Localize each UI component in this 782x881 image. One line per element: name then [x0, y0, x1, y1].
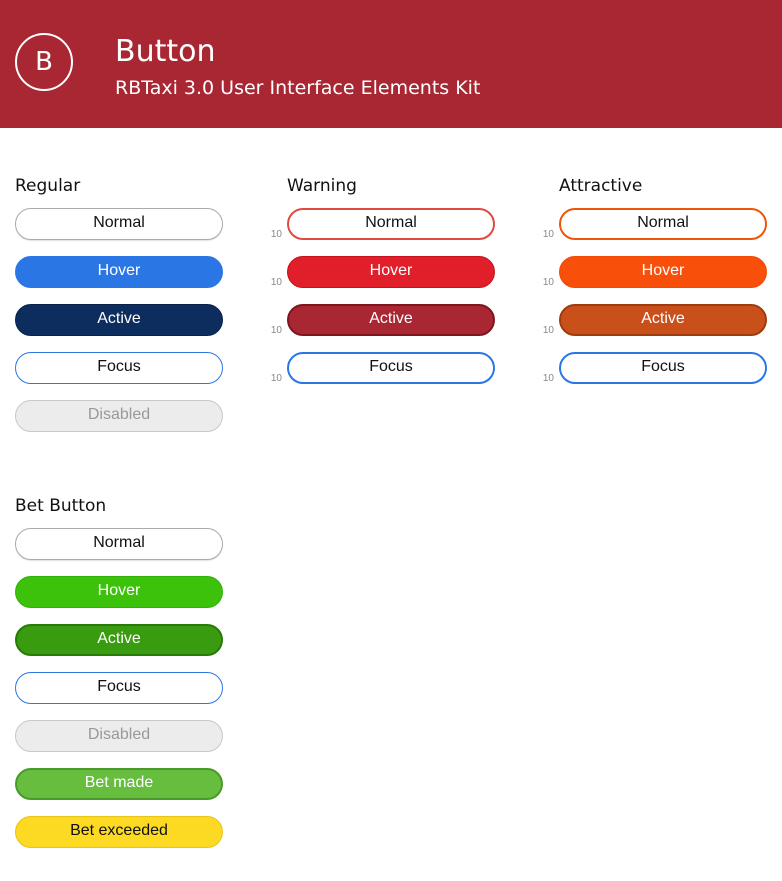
- bet-active-button[interactable]: Active: [15, 624, 223, 656]
- section-title: Warning: [287, 176, 357, 196]
- warning-hover-button[interactable]: Hover: [287, 256, 495, 288]
- warning-active-button[interactable]: Active: [287, 304, 495, 336]
- attractive-hover-button[interactable]: Hover: [559, 256, 767, 288]
- attractive-focus-button[interactable]: Focus: [559, 352, 767, 384]
- warning-focus-button[interactable]: Focus: [287, 352, 495, 384]
- spacing-label: 10: [270, 277, 282, 288]
- section-title: Regular: [15, 176, 81, 196]
- page-title: Button: [115, 34, 216, 69]
- bet-made-button[interactable]: Bet made: [15, 768, 223, 800]
- regular-active-button[interactable]: Active: [15, 304, 223, 336]
- spacing-label: 10: [270, 373, 282, 384]
- logo-badge: B: [15, 33, 73, 91]
- attractive-active-button[interactable]: Active: [559, 304, 767, 336]
- bet-disabled-button: Disabled: [15, 720, 223, 752]
- section-title: Bet Button: [15, 496, 107, 516]
- regular-disabled-button: Disabled: [15, 400, 223, 432]
- page-header: B Button RBTaxi 3.0 User Interface Eleme…: [0, 0, 782, 128]
- bet-focus-button[interactable]: Focus: [15, 672, 223, 704]
- spacing-label: 10: [542, 325, 554, 336]
- regular-normal-button[interactable]: Normal: [15, 208, 223, 240]
- warning-normal-button[interactable]: Normal: [287, 208, 495, 240]
- section-title: Attractive: [559, 176, 643, 196]
- regular-hover-button[interactable]: Hover: [15, 256, 223, 288]
- spacing-label: 10: [270, 325, 282, 336]
- bet-exceeded-button[interactable]: Bet exceeded: [15, 816, 223, 848]
- spacing-label: 10: [542, 277, 554, 288]
- spacing-label: 10: [542, 373, 554, 384]
- spacing-label: 10: [542, 229, 554, 240]
- attractive-normal-button[interactable]: Normal: [559, 208, 767, 240]
- bet-normal-button[interactable]: Normal: [15, 528, 223, 560]
- regular-focus-button[interactable]: Focus: [15, 352, 223, 384]
- page-subtitle: RBTaxi 3.0 User Interface Elements Kit: [115, 77, 481, 99]
- bet-hover-button[interactable]: Hover: [15, 576, 223, 608]
- spacing-label: 10: [270, 229, 282, 240]
